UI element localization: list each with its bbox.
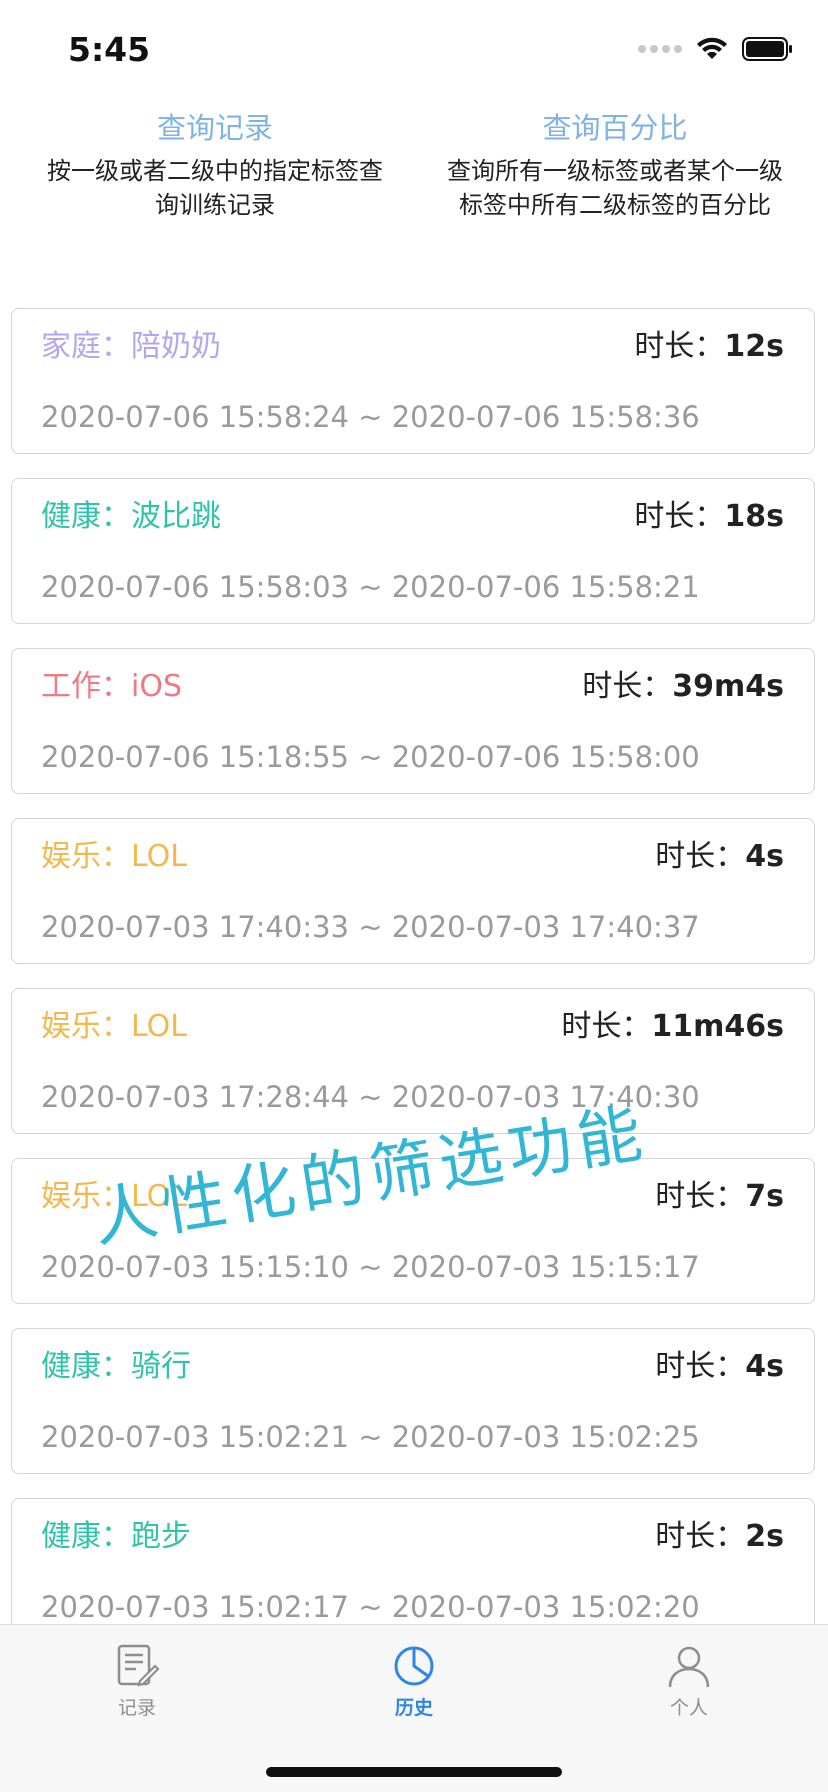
notepad-icon: [117, 1644, 160, 1687]
tab-label: 历史: [394, 1697, 433, 1719]
query-records-button[interactable]: 查询记录: [20, 108, 410, 148]
record-duration: 时长：4s: [655, 1349, 784, 1384]
battery-icon: [742, 37, 792, 61]
record-tag: 娱乐：LOL: [41, 839, 187, 874]
record-time-range: 2020-07-03 17:28:44 ~ 2020-07-03 17:40:3…: [41, 1080, 700, 1114]
signal-icon: [638, 45, 682, 53]
record-duration: 时长：18s: [634, 499, 784, 534]
record-card[interactable]: 健康：跑步 时长：2s 2020-07-03 15:02:17 ~ 2020-0…: [11, 1498, 815, 1644]
query-section: 查询记录 按一级或者二级中的指定标签查 询训练记录 查询百分比 查询所有一级标签…: [0, 100, 828, 250]
record-time-range: 2020-07-06 15:58:03 ~ 2020-07-06 15:58:2…: [41, 570, 700, 604]
record-time-range: 2020-07-03 15:15:10 ~ 2020-07-03 15:15:1…: [41, 1250, 700, 1284]
record-tag: 娱乐：LOL: [41, 1179, 187, 1214]
record-card[interactable]: 娱乐：LOL 时长：11m46s 2020-07-03 17:28:44 ~ 2…: [11, 988, 815, 1134]
record-time-range: 2020-07-03 15:02:17 ~ 2020-07-03 15:02:2…: [41, 1590, 700, 1624]
record-duration: 时长：39m4s: [582, 669, 784, 704]
record-tag: 工作：iOS: [41, 669, 182, 704]
record-time-range: 2020-07-03 17:40:33 ~ 2020-07-03 17:40:3…: [41, 910, 700, 944]
record-card[interactable]: 健康：波比跳 时长：18s 2020-07-06 15:58:03 ~ 2020…: [11, 478, 815, 624]
record-card[interactable]: 健康：骑行 时长：4s 2020-07-03 15:02:21 ~ 2020-0…: [11, 1328, 815, 1474]
record-card[interactable]: 娱乐：LOL 时长：7s 2020-07-03 15:15:10 ~ 2020-…: [11, 1158, 815, 1304]
wifi-icon: [697, 37, 727, 59]
tab-profile[interactable]: 个人: [619, 1643, 759, 1720]
record-tag: 健康：波比跳: [41, 499, 221, 534]
tab-records[interactable]: 记录: [67, 1643, 207, 1720]
query-percentage-panel[interactable]: 查询百分比 查询所有一级标签或者某个一级 标签中所有二级标签的百分比: [420, 108, 810, 222]
record-time-range: 2020-07-03 15:02:21 ~ 2020-07-03 15:02:2…: [41, 1420, 700, 1454]
record-duration: 时长：12s: [634, 329, 784, 364]
record-card[interactable]: 家庭：陪奶奶 时长：12s 2020-07-06 15:58:24 ~ 2020…: [11, 308, 815, 454]
record-tag: 健康：骑行: [41, 1349, 191, 1384]
tab-history[interactable]: 历史: [344, 1643, 484, 1720]
query-records-desc: 按一级或者二级中的指定标签查 询训练记录: [47, 157, 383, 219]
query-records-panel[interactable]: 查询记录 按一级或者二级中的指定标签查 询训练记录: [20, 108, 410, 222]
home-indicator: [266, 1767, 562, 1777]
record-duration: 时长：2s: [655, 1519, 784, 1554]
screen: 5:45 查询记录 按一级或者二级中的指定标签查 询训练记录 查询百分比 查询所…: [0, 0, 828, 1792]
status-time: 5:45: [68, 30, 151, 69]
record-card[interactable]: 娱乐：LOL 时长：4s 2020-07-03 17:40:33 ~ 2020-…: [11, 818, 815, 964]
record-tag: 家庭：陪奶奶: [41, 329, 221, 364]
pie-chart-icon: [394, 1646, 434, 1686]
query-percentage-desc: 查询所有一级标签或者某个一级 标签中所有二级标签的百分比: [447, 157, 783, 219]
record-time-range: 2020-07-06 15:18:55 ~ 2020-07-06 15:58:0…: [41, 740, 700, 774]
record-tag: 娱乐：LOL: [41, 1009, 187, 1044]
person-icon: [668, 1646, 710, 1688]
record-duration: 时长：7s: [655, 1179, 784, 1214]
record-card[interactable]: 工作：iOS 时长：39m4s 2020-07-06 15:18:55 ~ 20…: [11, 648, 815, 794]
tab-label: 记录: [117, 1697, 156, 1719]
record-duration: 时长：4s: [655, 839, 784, 874]
record-time-range: 2020-07-06 15:58:24 ~ 2020-07-06 15:58:3…: [41, 400, 700, 434]
record-duration: 时长：11m46s: [561, 1009, 784, 1044]
query-percentage-button[interactable]: 查询百分比: [420, 108, 810, 148]
tab-bar: 记录 历史 个人: [0, 1624, 828, 1792]
tab-label: 个人: [669, 1697, 708, 1719]
status-icons: [638, 36, 794, 62]
status-bar: 5:45: [0, 0, 828, 100]
record-tag: 健康：跑步: [41, 1519, 191, 1554]
